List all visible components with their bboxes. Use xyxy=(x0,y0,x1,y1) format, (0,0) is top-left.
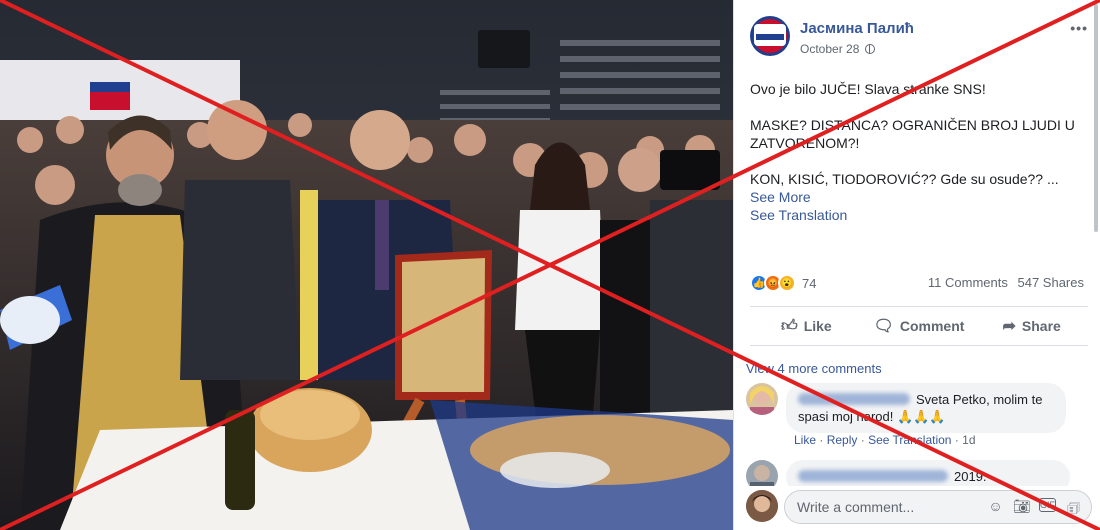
sticker-icon[interactable]: 🗊 xyxy=(1065,498,1082,522)
composer-icons: ☺ 📷︎ GIF 🗊 xyxy=(987,498,1082,522)
thumbs-up-icon: 👍︎ xyxy=(780,317,798,335)
engagement-counts: 11 Comments 547 Shares xyxy=(922,275,1084,290)
comment-composer: Write a comment... ☺ 📷︎ GIF 🗊 xyxy=(734,486,1100,530)
commenter-avatar[interactable] xyxy=(746,383,778,415)
comment-button[interactable]: 🗨︎ Comment xyxy=(863,307,976,345)
post-meta: October 28 xyxy=(800,42,876,56)
comment-author-redacted[interactable] xyxy=(798,470,948,482)
more-options-icon[interactable]: ••• xyxy=(1070,20,1088,36)
comment-label: Comment xyxy=(899,318,965,334)
avatar-band xyxy=(756,34,784,40)
camera-icon[interactable]: 📷︎ xyxy=(1013,498,1031,522)
post-paragraph: MASKE? DISTANCA? OGRANIČEN BROJ LJUDI U … xyxy=(750,117,1075,151)
comment-actions: Like · Reply · See Translation · 1d xyxy=(794,433,976,447)
wow-reaction-icon: 😮 xyxy=(778,274,796,292)
current-user-avatar[interactable] xyxy=(746,490,778,522)
commenter-photo xyxy=(750,386,774,415)
comment-author-redacted[interactable] xyxy=(798,393,910,405)
comment-translation-link[interactable]: See Translation xyxy=(868,433,951,447)
post-body: Ovo je bilo JUČE! Slava stranke SNS! MAS… xyxy=(750,80,1086,224)
comment-text: 2019. xyxy=(954,469,987,484)
current-user-photo xyxy=(746,490,778,522)
event-photo-image xyxy=(0,0,733,530)
see-translation-link[interactable]: See Translation xyxy=(750,206,1086,224)
reaction-summary[interactable]: 👍 😡 😮 74 xyxy=(750,272,816,294)
share-label: Share xyxy=(1021,318,1061,334)
comment-icon: 🗨︎ xyxy=(873,318,894,335)
post-photo[interactable] xyxy=(0,0,733,530)
post-scrollbar[interactable] xyxy=(1092,0,1100,240)
action-bar: 👍︎ Like 🗨︎ Comment ➦ Share xyxy=(750,306,1088,346)
reaction-count: 74 xyxy=(802,275,817,291)
comment-reply-link[interactable]: Reply xyxy=(827,433,858,447)
see-more-link[interactable]: See More xyxy=(750,188,1086,206)
like-button[interactable]: 👍︎ Like xyxy=(750,307,863,345)
scrollbar-thumb[interactable] xyxy=(1094,4,1098,232)
like-label: Like xyxy=(803,318,832,334)
view-more-comments-link[interactable]: View 4 more comments xyxy=(746,361,882,376)
post-paragraph: KON, KISIĆ, TIODOROVIĆ?? Gde su osude?? … xyxy=(750,171,1059,187)
post-author[interactable]: Јасмина Палић xyxy=(800,20,914,37)
post-panel: Јасмина Палић October 28 ••• Ovo je bilo… xyxy=(733,0,1100,530)
comment-like-link[interactable]: Like xyxy=(794,433,816,447)
gif-icon[interactable]: GIF xyxy=(1039,498,1056,512)
comment-bubble: Sveta Petko, molim te spasi moj narod! 🙏… xyxy=(786,383,1066,433)
shares-count[interactable]: 547 Shares xyxy=(1018,275,1085,290)
globe-icon[interactable] xyxy=(865,44,876,54)
comments-count[interactable]: 11 Comments xyxy=(928,275,1008,290)
share-icon: ➦ xyxy=(1002,318,1016,335)
share-button[interactable]: ➦ Share xyxy=(975,307,1088,345)
page-avatar[interactable] xyxy=(750,16,790,56)
comment-time[interactable]: 1d xyxy=(962,433,975,447)
emoji-icon[interactable]: ☺ xyxy=(987,498,1004,522)
post-date[interactable]: October 28 xyxy=(800,42,859,56)
post-header: Јасмина Палић October 28 ••• xyxy=(750,14,1088,62)
post-paragraph: Ovo je bilo JUČE! Slava stranke SNS! xyxy=(750,81,986,97)
